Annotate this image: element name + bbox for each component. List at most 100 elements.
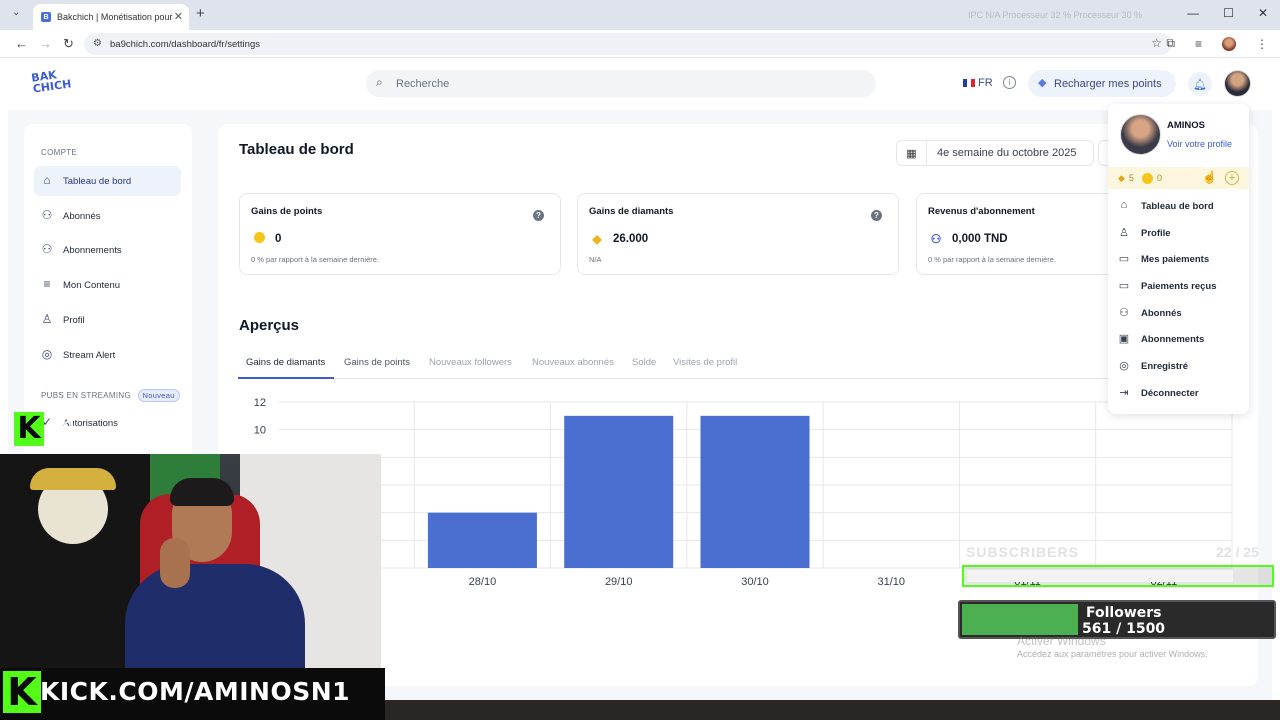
card-value: ⚇ 0,000 TND xyxy=(928,232,1008,246)
bar-30-10 xyxy=(700,415,810,568)
coins-count: 0 xyxy=(1156,173,1162,183)
address-bar-row: ← → ↻ ⚙ ba9chich.com/dashboard/fr/settin… xyxy=(0,30,1280,58)
notification-bell-icon[interactable]: 🔔︎ xyxy=(1188,72,1212,96)
home-icon: ⌂ xyxy=(43,173,51,187)
bar-28-10 xyxy=(427,512,537,568)
tab-nouveaux-abonnes[interactable]: Nouveaux abonnés xyxy=(532,357,614,368)
app-header: BAK CHICH ⌕ Recherche FR i ◆ Recharger m… xyxy=(8,58,1272,110)
coin-icon xyxy=(251,232,267,246)
page-title: Tableau de bord xyxy=(239,141,354,158)
url-field[interactable]: ⚙ ba9chich.com/dashboard/fr/settings ☆ xyxy=(84,33,1172,55)
dropdown-item-abonnements[interactable]: ▣ Abonnements xyxy=(1116,327,1242,351)
webcam-overlay xyxy=(0,454,381,668)
new-tab-plus-icon[interactable]: + xyxy=(196,5,205,22)
bottom-dark-strip xyxy=(385,700,1280,720)
sidebar-item-abonnes[interactable]: ⚇ Abonnés xyxy=(34,201,181,231)
sidebar-item-abonnements[interactable]: ⚇ Abonnements xyxy=(34,235,181,265)
section-label: PUBS EN STREAMING xyxy=(41,391,132,400)
card-gains-points: Gains de points ? 0 0 % par rapport à la… xyxy=(239,193,561,275)
target-icon: ◎ xyxy=(1119,360,1129,372)
dropdown-item-mes-paiements[interactable]: ▭ Mes paiements xyxy=(1116,247,1242,271)
favicon-icon: B xyxy=(41,12,51,22)
coin-icon xyxy=(1141,172,1153,184)
streamer-shirt xyxy=(125,564,305,668)
tab-gains-diamants[interactable]: Gains de diamants xyxy=(246,357,325,368)
search-icon: ⌕ xyxy=(376,75,383,89)
search-input[interactable]: ⌕ Recherche xyxy=(366,70,876,97)
window-controls: — ☐ ✕ xyxy=(1187,6,1268,20)
dropdown-item-tableau-de-bord[interactable]: ⌂ Tableau de bord xyxy=(1116,194,1242,218)
week-selector[interactable]: ▦ 4e semaine du octobre 2025 xyxy=(896,140,1094,166)
x-tick-label: 28/10 xyxy=(469,576,497,588)
activate-windows-watermark: Activer Windows xyxy=(1017,634,1106,648)
dropdown-item-enregistre[interactable]: ◎ Enregistré xyxy=(1116,354,1242,378)
sidebar-item-label: Stream Alert xyxy=(63,349,116,361)
tab-gains-points[interactable]: Gains de points xyxy=(344,357,410,368)
apercus-title: Aperçus xyxy=(239,317,300,334)
dropdown-item-label: Enregistré xyxy=(1141,360,1188,372)
subscribers-progress-bar xyxy=(962,565,1274,587)
dropdown-item-deconnecter[interactable]: ⇥ Déconnecter xyxy=(1116,381,1242,405)
tab-nouveaux-followers[interactable]: Nouveaux followers xyxy=(429,357,512,368)
dropdown-item-label: Abonnements xyxy=(1141,333,1205,345)
browser-profile-avatar[interactable] xyxy=(1222,36,1236,51)
bookmark-star-icon[interactable]: ☆ xyxy=(1151,36,1162,50)
sidebar-item-profil[interactable]: ♙ Profil xyxy=(34,305,181,335)
add-points-button[interactable]: + xyxy=(1225,171,1239,185)
kick-channel-url: KICK.COM/AMINOSN1 xyxy=(40,677,351,706)
sidebar-item-stream-alert[interactable]: ◎ Stream Alert xyxy=(34,340,181,370)
dropdown-item-paiements-recus[interactable]: ▭ Paiements reçus xyxy=(1116,274,1242,298)
logout-icon: ⇥ xyxy=(1119,387,1129,399)
sidebar-item-tableau-de-bord[interactable]: ⌂ Tableau de bord xyxy=(34,166,181,196)
tab-visites-profil[interactable]: Visites de profil xyxy=(673,357,737,368)
close-tab-icon[interactable]: ✕ xyxy=(174,10,183,23)
site-info-icon[interactable]: ⚙ xyxy=(93,38,102,49)
recharge-points-button[interactable]: ◆ Recharger mes points xyxy=(1028,70,1176,97)
dropdown-avatar xyxy=(1120,114,1161,155)
back-arrow-icon[interactable]: ← xyxy=(15,36,28,51)
maximize-icon[interactable]: ☐ xyxy=(1223,6,1234,20)
sidebar-section-pubs: PUBS EN STREAMING Nouveau xyxy=(41,389,180,402)
dropdown-username: AMINOS xyxy=(1167,120,1205,131)
tab-solde[interactable]: Solde xyxy=(632,357,656,368)
sidebar-item-label: Abonnés xyxy=(63,210,101,222)
card-icon: ▭ xyxy=(1118,280,1130,292)
subscribers-progress-fill xyxy=(967,570,1233,582)
x-tick-label: 30/10 xyxy=(741,576,769,588)
card-value: 0 xyxy=(251,232,281,246)
browser-menu-icon[interactable]: ⋮ xyxy=(1256,37,1268,51)
x-tick-label: 29/10 xyxy=(605,576,633,588)
diamond-icon: ◆ xyxy=(1118,172,1125,183)
dropdown-item-abonnes[interactable]: ⚇ Abonnés xyxy=(1116,301,1242,325)
bakchich-logo[interactable]: BAK CHICH xyxy=(31,67,73,95)
reload-icon[interactable]: ↻ xyxy=(63,36,74,52)
tab-list-chevron-icon[interactable]: ⌄ xyxy=(12,7,20,18)
dropdown-item-profile[interactable]: ♙ Profile xyxy=(1116,221,1242,245)
close-window-icon[interactable]: ✕ xyxy=(1258,6,1268,20)
followers-progress-fill xyxy=(962,604,1078,635)
kick-overlay-number: 10 xyxy=(50,416,75,441)
help-icon[interactable]: ? xyxy=(533,210,544,221)
france-flag-icon xyxy=(963,79,975,88)
view-profile-link[interactable]: Voir votre profile xyxy=(1167,139,1232,149)
extensions-icon[interactable]: ⧉ xyxy=(1166,36,1175,51)
url-text: ba9chich.com/dashboard/fr/settings xyxy=(110,38,260,50)
bar-29-10 xyxy=(564,415,674,568)
media-icon[interactable]: ≡ xyxy=(1195,37,1202,51)
card-value-text: 0 xyxy=(275,233,282,245)
forward-arrow-icon[interactable]: → xyxy=(39,36,52,51)
streamer-hand xyxy=(160,538,190,588)
user-icon: ♙ xyxy=(1119,227,1129,239)
help-icon[interactable]: ? xyxy=(871,210,882,221)
users-icon: ⚇ xyxy=(41,208,53,222)
followers-label: Followers xyxy=(1086,605,1162,621)
user-avatar[interactable] xyxy=(1224,70,1251,97)
dropdown-item-label: Déconnecter xyxy=(1141,387,1199,399)
sidebar-item-mon-contenu[interactable]: ≡ Mon Contenu xyxy=(34,270,181,300)
info-icon[interactable]: i xyxy=(1003,76,1016,89)
browser-tab[interactable]: B Bakchich | Monétisation pour la ✕ xyxy=(33,4,189,30)
language-code: FR xyxy=(978,77,993,89)
minimize-icon[interactable]: — xyxy=(1187,6,1199,20)
card-title: Gains de diamants xyxy=(589,206,674,217)
language-selector[interactable]: FR xyxy=(963,77,993,89)
